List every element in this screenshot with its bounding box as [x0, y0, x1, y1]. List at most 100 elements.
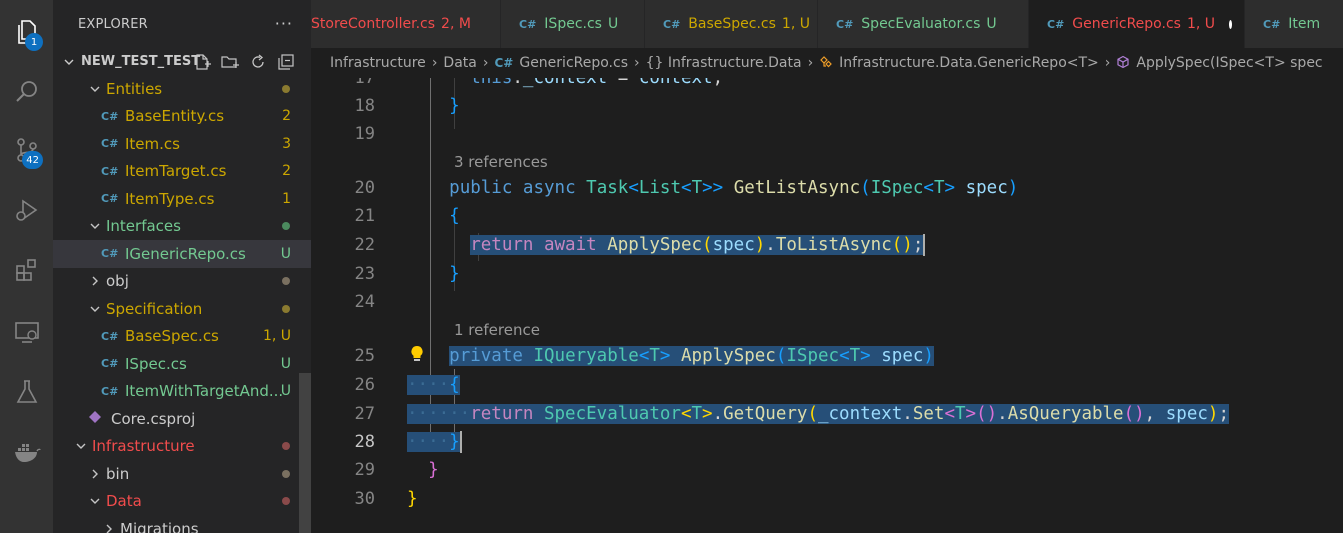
run-debug-icon — [13, 196, 41, 228]
code-line: 21 { — [311, 202, 1343, 230]
activity-source-control[interactable]: 42 — [0, 128, 53, 176]
tree-folder[interactable]: Migrations — [53, 515, 311, 533]
csharp-file-icon: C# — [101, 109, 119, 123]
breadcrumb-item-data[interactable]: Data — [443, 55, 476, 71]
status-badge: 2 — [282, 163, 291, 180]
code-text: return await ApplySpec(spec).ToListAsync… — [470, 234, 926, 256]
activity-badge: 42 — [22, 151, 43, 169]
tree-file[interactable]: Core.csproj — [53, 405, 311, 433]
line-number: 29 — [354, 460, 375, 480]
tree-folder[interactable]: obj — [53, 268, 311, 296]
activity-search[interactable] — [0, 70, 53, 118]
new-file-icon[interactable] — [192, 52, 212, 72]
refresh-icon[interactable] — [248, 52, 268, 72]
code-text: } — [449, 264, 460, 284]
chevron-right-icon: › — [1104, 55, 1111, 71]
activity-run-debug[interactable] — [0, 188, 53, 236]
tree-item-label: ItemType.cs — [125, 189, 215, 208]
tab-item[interactable]: C# Item — [1245, 0, 1343, 48]
chevron-down-icon[interactable] — [87, 83, 103, 95]
chevron-down-icon[interactable] — [73, 440, 89, 452]
explorer-title: EXPLORER — [78, 16, 148, 32]
tree-file[interactable]: C# ItemType.cs 1 — [53, 185, 311, 213]
unsaved-dot-icon[interactable] — [1229, 19, 1232, 29]
tab-basespec-cs[interactable]: C# BaseSpec.cs 1, U — [645, 0, 818, 48]
status-dot — [282, 277, 290, 286]
more-actions-icon[interactable]: ··· — [275, 14, 293, 33]
tree-file[interactable]: C# ItemTarget.cs 2 — [53, 158, 311, 186]
tree-item-label: Interfaces — [106, 217, 181, 236]
activity-files[interactable]: 1 — [0, 10, 53, 58]
workspace-folder-header[interactable]: NEW_TEST_TEST — [53, 48, 311, 75]
status-dot — [282, 304, 290, 313]
activity-extensions[interactable] — [0, 248, 53, 296]
codelens-references[interactable]: 3 references — [454, 153, 548, 171]
tree-item-label: Core.csproj — [111, 409, 196, 428]
chevron-right-icon[interactable] — [101, 523, 117, 533]
tree-folder[interactable]: bin — [53, 460, 311, 488]
activity-testing[interactable] — [0, 370, 53, 418]
status-dot — [282, 84, 290, 93]
status-dot — [282, 497, 290, 506]
breadcrumb-item-namespace[interactable]: {} Infrastructure.Data — [646, 55, 802, 71]
code-text: } — [428, 460, 439, 480]
status-badge: U — [280, 355, 291, 372]
tree-file[interactable]: C# ItemWithTargetAnd... U — [53, 378, 311, 406]
workspace-folder-name: NEW_TEST_TEST — [81, 54, 201, 69]
breadcrumb-item-file[interactable]: GenericRepo.cs — [519, 55, 628, 71]
tree-file[interactable]: C# Item.cs 3 — [53, 130, 311, 158]
csharp-file-icon: C# — [519, 17, 537, 31]
code-line: 27 ······return SpecEvaluator<T>.GetQuer… — [311, 400, 1343, 428]
tab-ispec-cs[interactable]: C# ISpec.cs U — [501, 0, 645, 48]
code-editor[interactable]: 17 this._context = context; 18 } 19 3 re… — [311, 78, 1343, 533]
breadcrumb-item-infrastructure[interactable]: Infrastructure — [330, 55, 426, 71]
collapse-all-icon[interactable] — [276, 52, 296, 72]
tab-specevaluator-cs[interactable]: C# SpecEvaluator.cs U — [818, 0, 1029, 48]
line-number: 17 — [354, 78, 375, 88]
chevron-down-icon[interactable] — [87, 303, 103, 315]
line-number: 30 — [354, 489, 375, 509]
tab-status: 1, U — [1186, 16, 1216, 32]
breadcrumb-item-method[interactable]: ApplySpec(ISpec<T> spec — [1136, 55, 1322, 71]
tree-file[interactable]: C# IGenericRepo.cs U — [53, 240, 311, 268]
new-folder-icon[interactable] — [220, 52, 240, 72]
chevron-right-icon[interactable] — [87, 468, 103, 480]
tree-folder[interactable]: Specification — [53, 295, 311, 323]
tree-folder[interactable]: Data — [53, 488, 311, 516]
code-text: ····} — [407, 431, 462, 453]
tree-file[interactable]: C# BaseSpec.cs 1, U — [53, 323, 311, 351]
remote-explorer-icon — [13, 318, 41, 350]
chevron-right-icon[interactable] — [87, 275, 103, 287]
tab-genericrepo-cs[interactable]: C# GenericRepo.cs 1, U — [1029, 0, 1245, 48]
tab-label: StoreController.cs — [311, 16, 436, 32]
status-badge: 2 — [282, 108, 291, 125]
activity-bar: 1 42 — [0, 0, 53, 533]
tree-item-label: IGenericRepo.cs — [125, 244, 246, 263]
tree-item-label: Item.cs — [125, 134, 180, 153]
tab-storecontroller-cs[interactable]: StoreController.cs 2, M — [311, 0, 501, 48]
tree-item-label: Entities — [106, 79, 163, 98]
code-line: 29 } — [311, 456, 1343, 484]
tree-folder[interactable]: Interfaces — [53, 213, 311, 241]
chevron-down-icon[interactable] — [87, 220, 103, 232]
activity-badge: 1 — [25, 33, 43, 51]
codelens-references[interactable]: 1 reference — [454, 321, 540, 339]
tree-item-label: BaseSpec.cs — [125, 327, 219, 346]
breadcrumb-item-class[interactable]: Infrastructure.Data.GenericRepo<T> — [839, 55, 1099, 71]
activity-docker[interactable] — [0, 430, 53, 478]
sidebar-scrollbar[interactable] — [299, 373, 311, 533]
tree-file[interactable]: C# BaseEntity.cs 2 — [53, 103, 311, 131]
tree-file[interactable]: C# ISpec.cs U — [53, 350, 311, 378]
tree-folder[interactable]: Infrastructure — [53, 433, 311, 461]
code-text: { — [449, 206, 460, 226]
tree-item-label: BaseEntity.cs — [125, 107, 225, 126]
tree-folder[interactable]: Entities — [53, 75, 311, 103]
chevron-down-icon[interactable] — [87, 495, 103, 507]
activity-remote-explorer[interactable] — [0, 310, 53, 358]
explorer-actions — [192, 52, 296, 72]
